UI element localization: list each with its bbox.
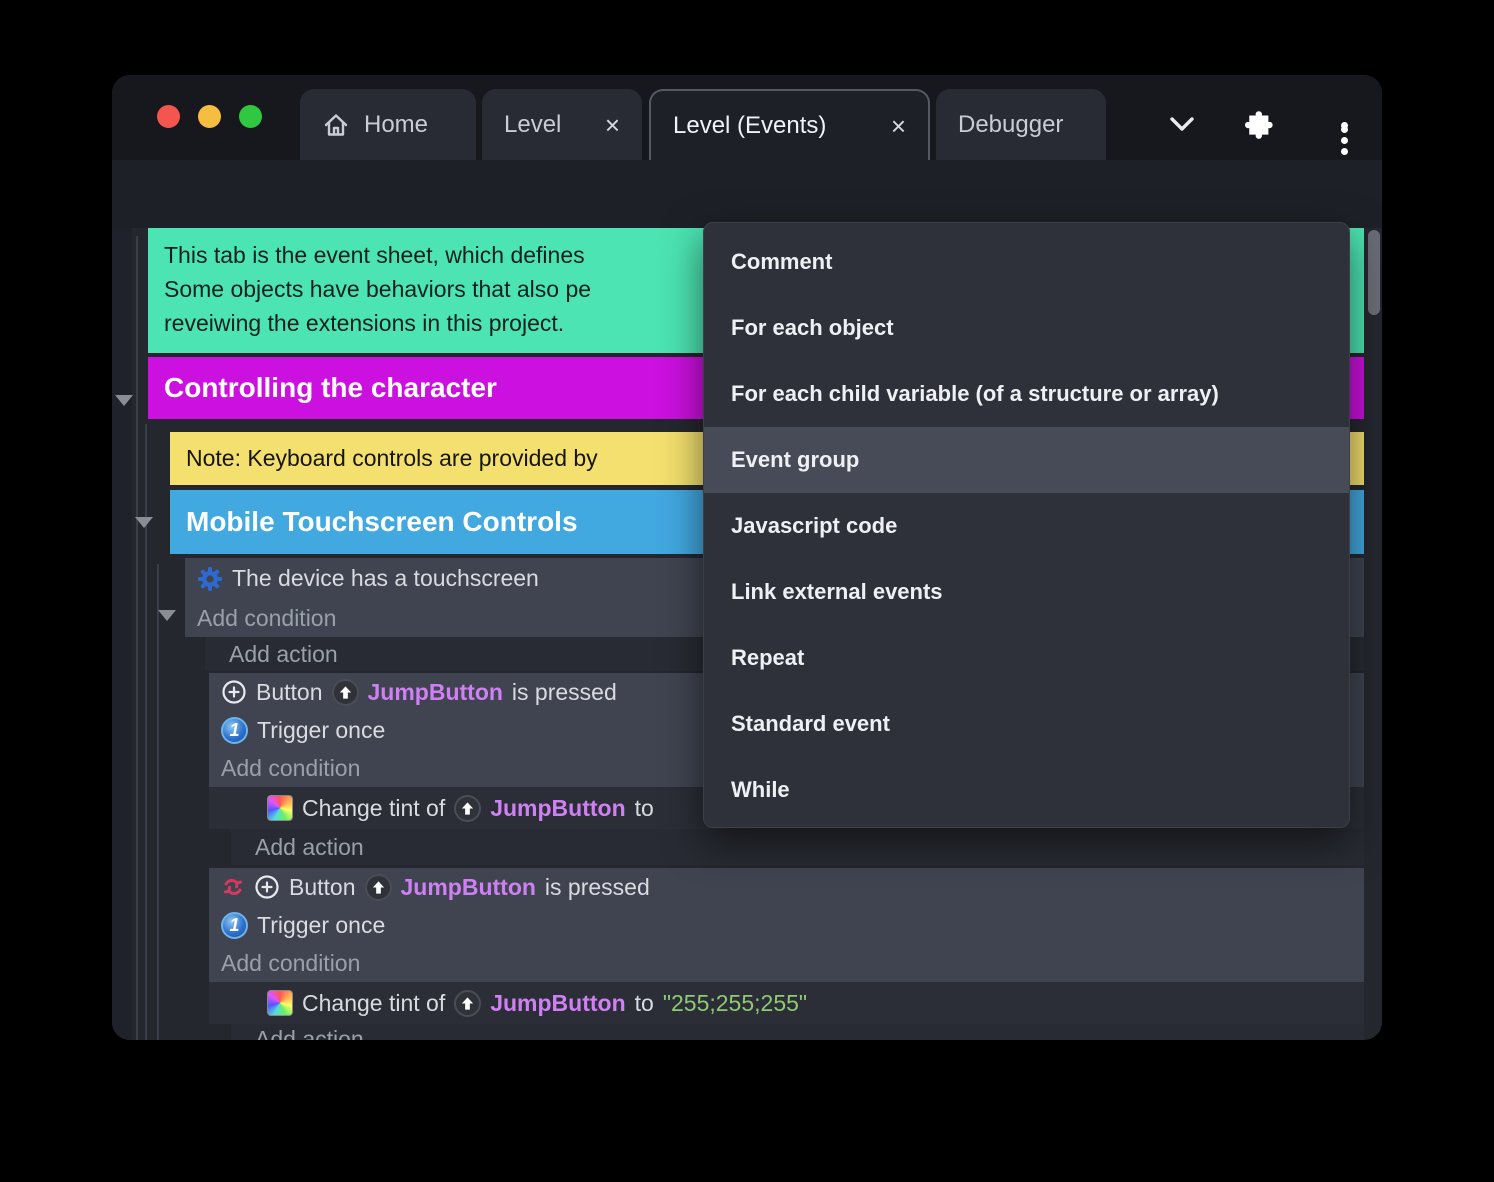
menu-item-standard-event[interactable]: Standard event (704, 691, 1349, 757)
object-name: JumpButton (490, 794, 626, 821)
event-jumpbutton-not-pressed-block[interactable]: Button JumpButton is pressed 1 Trigger o… (209, 868, 1364, 982)
action-text: to (634, 989, 654, 1016)
app-window: Home Level × Level (Events) × Debugger T… (112, 75, 1382, 1040)
collapse-caret-icon[interactable] (135, 517, 153, 528)
object-name: JumpButton (490, 989, 626, 1016)
group-title: Controlling the character (164, 372, 497, 403)
menu-item-for-each-child-variable[interactable]: For each child variable (of a structure … (704, 361, 1349, 427)
home-icon (322, 111, 350, 139)
tab-debugger-label: Debugger (958, 110, 1064, 138)
tab-list-dropdown-button[interactable] (1158, 103, 1206, 147)
zoom-window-button[interactable] (239, 105, 262, 128)
menu-item-event-group[interactable]: Event group (704, 427, 1349, 493)
addons-button[interactable] (1238, 103, 1286, 147)
jumpbutton-object-icon (454, 794, 482, 822)
action-text: Change tint of (302, 794, 446, 821)
inverted-condition-icon (221, 875, 245, 899)
action-text: Change tint of (302, 989, 446, 1016)
kebab-menu-icon (1340, 121, 1348, 155)
jumpbutton-object-icon (364, 873, 392, 901)
object-name: JumpButton (367, 678, 503, 705)
indent-rail (136, 236, 138, 1040)
menu-item-comment[interactable]: Comment (704, 229, 1349, 295)
tab-level-label: Level (504, 110, 562, 138)
condition-text: Button (256, 678, 323, 705)
tab-level-events-label: Level (Events) (673, 111, 827, 139)
button-plugin-icon (221, 679, 247, 705)
action-change-tint[interactable]: Change tint of JumpButton to "255;255;25… (209, 982, 1364, 1024)
tint-palette-icon (267, 795, 293, 821)
collapse-caret-icon[interactable] (158, 610, 176, 621)
tint-value: "255;255;255" (662, 989, 808, 1016)
vertical-scrollbar-thumb[interactable] (1368, 230, 1380, 315)
tab-level-events[interactable]: Level (Events) × (649, 89, 930, 160)
condition-text: is pressed (544, 873, 650, 900)
touch-gear-icon (197, 566, 223, 592)
condition-text: The device has a touchscreen (232, 565, 539, 591)
puzzle-icon (1245, 108, 1279, 142)
object-name: JumpButton (400, 873, 536, 900)
menu-item-for-each-object[interactable]: For each object (704, 295, 1349, 361)
add-action-link[interactable]: Add action (231, 1024, 1364, 1040)
group-title: Mobile Touchscreen Controls (186, 506, 578, 537)
button-plugin-icon (254, 874, 280, 900)
tint-palette-icon (267, 990, 293, 1016)
condition-text: is pressed (511, 678, 617, 705)
indent-rail (157, 564, 159, 1040)
action-text: to (634, 794, 654, 821)
add-action-link[interactable]: Add action (231, 829, 1364, 865)
trigger-once-icon: 1 (221, 716, 248, 744)
condition-text: Button (289, 873, 356, 900)
condition-text: Trigger once (257, 911, 386, 938)
note-text: Note: Keyboard controls are provided by (186, 445, 598, 471)
tab-home-label: Home (364, 110, 429, 138)
tab-debugger[interactable]: Debugger (936, 89, 1106, 160)
menu-item-javascript-code[interactable]: Javascript code (704, 493, 1349, 559)
trigger-once-icon: 1 (221, 911, 248, 939)
condition-text: Trigger once (257, 716, 386, 743)
minimize-window-button[interactable] (198, 105, 221, 128)
close-tab-icon[interactable]: × (605, 112, 620, 138)
tab-bar: Home Level × Level (Events) × Debugger (112, 75, 1382, 160)
collapse-caret-icon[interactable] (115, 395, 133, 406)
menu-item-while[interactable]: While (704, 757, 1349, 823)
menu-item-link-external-events[interactable]: Link external events (704, 559, 1349, 625)
add-event-context-menu: Comment For each object For each child v… (703, 222, 1350, 828)
toolbar (112, 160, 1382, 305)
close-tab-icon[interactable]: × (891, 113, 906, 139)
menu-item-repeat[interactable]: Repeat (704, 625, 1349, 691)
jumpbutton-object-icon (331, 678, 359, 706)
tab-home[interactable]: Home (300, 89, 476, 160)
close-window-button[interactable] (157, 105, 180, 128)
main-menu-button[interactable] (1320, 103, 1368, 155)
tab-level[interactable]: Level × (482, 89, 642, 160)
jumpbutton-object-icon (454, 989, 482, 1017)
add-condition-link[interactable]: Add condition (209, 944, 1364, 982)
sheet-gutter (112, 228, 132, 1040)
chevron-down-icon (1166, 115, 1198, 135)
